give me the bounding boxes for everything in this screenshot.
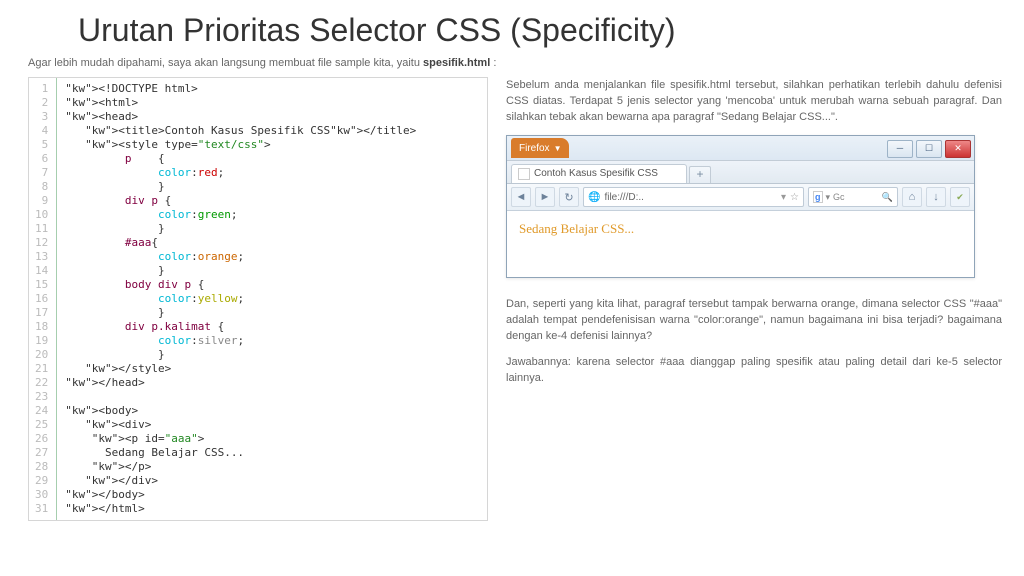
globe-icon: 🌐 bbox=[588, 192, 600, 203]
close-button[interactable]: ✕ bbox=[945, 140, 971, 158]
forward-button[interactable]: ► bbox=[535, 187, 555, 207]
bookmark-icon[interactable]: ☆ bbox=[790, 192, 799, 203]
browser-tabstrip: Contoh Kasus Spesifik CSS + bbox=[507, 161, 974, 184]
tab-title: Contoh Kasus Spesifik CSS bbox=[534, 165, 658, 183]
browser-tab[interactable]: Contoh Kasus Spesifik CSS bbox=[511, 164, 687, 183]
download-button[interactable]: ↓ bbox=[926, 187, 946, 207]
url-bar[interactable]: 🌐 file:///D:.. ▾ ☆ bbox=[583, 187, 804, 207]
menu-button[interactable]: ✔ bbox=[950, 187, 970, 207]
search-bar[interactable]: g▾ Gc 🔍 bbox=[808, 187, 898, 207]
url-text: file:///D:.. bbox=[604, 192, 643, 203]
back-button[interactable]: ◄ bbox=[511, 187, 531, 207]
right-para-3: Jawabannya: karena selector #aaa diangga… bbox=[506, 354, 1002, 386]
intro-part-a: Agar lebih mudah dipahami, saya akan lan… bbox=[28, 57, 423, 69]
browser-viewport: Sedang Belajar CSS... bbox=[507, 211, 974, 277]
intro-part-c: : bbox=[490, 57, 496, 69]
search-placeholder: Gc bbox=[833, 192, 845, 202]
right-para-1: Sebelum anda menjalankan file spesifik.h… bbox=[506, 77, 1002, 125]
dropdown-icon: ▾ bbox=[781, 192, 786, 203]
home-button[interactable]: ⌂ bbox=[902, 187, 922, 207]
firefox-label: Firefox bbox=[519, 143, 550, 154]
minimize-button[interactable]: ─ bbox=[887, 140, 913, 158]
browser-window: Firefox ▼ ─ ☐ ✕ Contoh Kasus Spesifik CSS… bbox=[506, 135, 975, 278]
code-block: 1234567891011121314151617181920212223242… bbox=[28, 77, 488, 521]
google-icon: g bbox=[813, 191, 823, 203]
reload-button[interactable]: ↻ bbox=[559, 187, 579, 207]
page-icon bbox=[518, 168, 530, 180]
intro-text: Agar lebih mudah dipahami, saya akan lan… bbox=[0, 57, 1024, 77]
browser-titlebar: Firefox ▼ ─ ☐ ✕ bbox=[507, 136, 974, 161]
intro-filename: spesifik.html bbox=[423, 57, 490, 69]
firefox-button[interactable]: Firefox ▼ bbox=[511, 138, 569, 158]
new-tab-button[interactable]: + bbox=[689, 166, 711, 183]
right-para-2: Dan, seperti yang kita lihat, paragraf t… bbox=[506, 296, 1002, 344]
chevron-down-icon: ▼ bbox=[554, 144, 562, 153]
code-source: "kw"><!DOCTYPE html>"kw"><html>"kw"><hea… bbox=[57, 78, 424, 520]
page-title: Urutan Prioritas Selector CSS (Specifici… bbox=[0, 0, 1024, 57]
maximize-button[interactable]: ☐ bbox=[916, 140, 942, 158]
browser-toolbar: ◄ ► ↻ 🌐 file:///D:.. ▾ ☆ g▾ Gc 🔍 ⌂ ↓ ✔ bbox=[507, 184, 974, 211]
code-gutter: 1234567891011121314151617181920212223242… bbox=[29, 78, 57, 520]
search-icon: 🔍 bbox=[882, 192, 893, 203]
